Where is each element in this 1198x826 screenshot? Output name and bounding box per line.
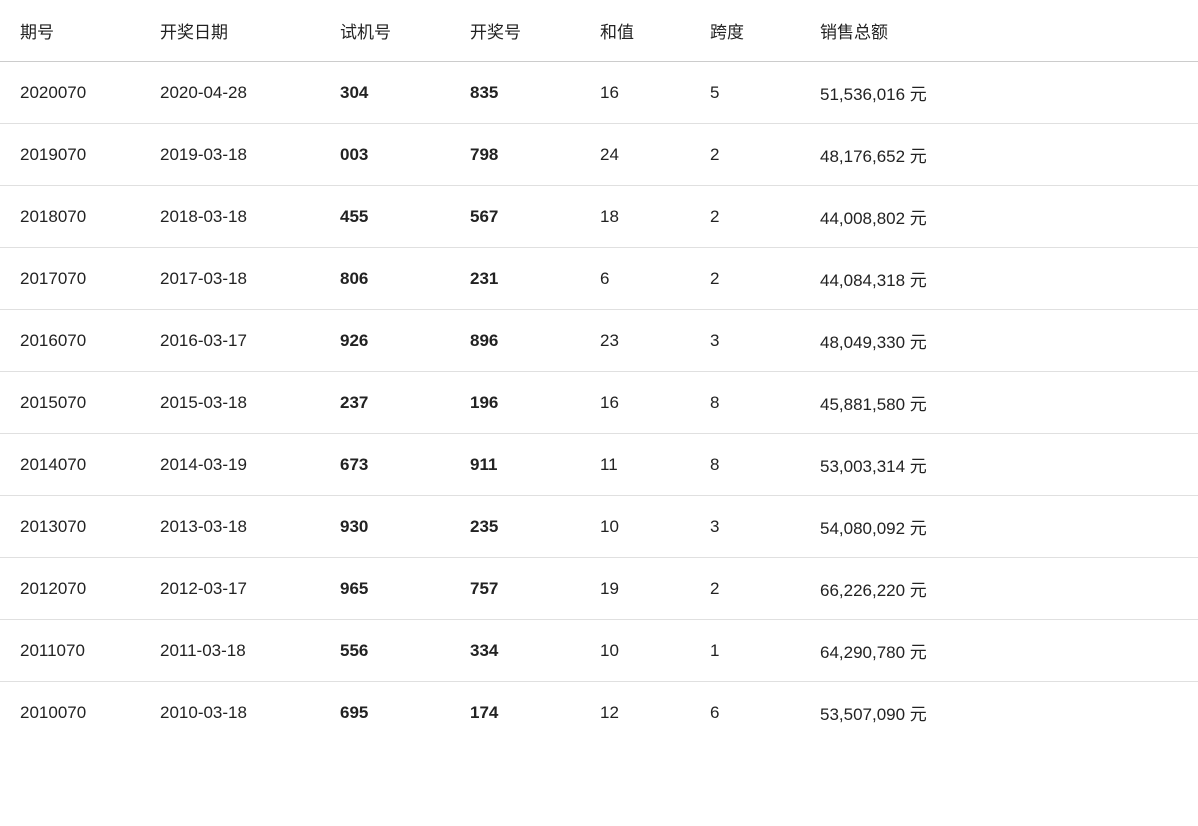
cell-date: 2010-03-18 (140, 682, 320, 744)
cell-span: 2 (690, 248, 800, 310)
table-row: 20140702014-03-1967391111853,003,314 元 (0, 434, 1198, 496)
cell-period: 2019070 (0, 124, 140, 186)
cell-trial: 965 (320, 558, 450, 620)
table-row: 20130702013-03-1893023510354,080,092 元 (0, 496, 1198, 558)
cell-sum: 10 (580, 620, 690, 682)
header-trial: 试机号 (320, 0, 450, 62)
cell-period: 2020070 (0, 62, 140, 124)
cell-prize: 911 (450, 434, 580, 496)
cell-prize: 235 (450, 496, 580, 558)
cell-sales: 64,290,780 元 (800, 620, 1198, 682)
header-sum: 和值 (580, 0, 690, 62)
cell-date: 2017-03-18 (140, 248, 320, 310)
table-row: 20110702011-03-1855633410164,290,780 元 (0, 620, 1198, 682)
cell-trial: 806 (320, 248, 450, 310)
cell-sum: 6 (580, 248, 690, 310)
cell-sales: 48,176,652 元 (800, 124, 1198, 186)
header-span: 跨度 (690, 0, 800, 62)
table-row: 20120702012-03-1796575719266,226,220 元 (0, 558, 1198, 620)
cell-period: 2018070 (0, 186, 140, 248)
cell-sum: 23 (580, 310, 690, 372)
cell-prize: 757 (450, 558, 580, 620)
cell-prize: 567 (450, 186, 580, 248)
cell-period: 2016070 (0, 310, 140, 372)
cell-prize: 835 (450, 62, 580, 124)
header-sales: 销售总额 (800, 0, 1198, 62)
cell-sales: 44,008,802 元 (800, 186, 1198, 248)
cell-sum: 12 (580, 682, 690, 744)
cell-sales: 48,049,330 元 (800, 310, 1198, 372)
table-row: 20160702016-03-1792689623348,049,330 元 (0, 310, 1198, 372)
cell-date: 2020-04-28 (140, 62, 320, 124)
cell-sum: 18 (580, 186, 690, 248)
table-row: 20180702018-03-1845556718244,008,802 元 (0, 186, 1198, 248)
cell-trial: 930 (320, 496, 450, 558)
cell-span: 2 (690, 558, 800, 620)
cell-sum: 16 (580, 372, 690, 434)
cell-trial: 926 (320, 310, 450, 372)
cell-trial: 003 (320, 124, 450, 186)
lottery-table: 期号开奖日期试机号开奖号和值跨度销售总额 20200702020-04-2830… (0, 0, 1198, 743)
cell-prize: 896 (450, 310, 580, 372)
header-date: 开奖日期 (140, 0, 320, 62)
cell-prize: 798 (450, 124, 580, 186)
cell-trial: 695 (320, 682, 450, 744)
cell-date: 2011-03-18 (140, 620, 320, 682)
cell-trial: 556 (320, 620, 450, 682)
cell-period: 2013070 (0, 496, 140, 558)
cell-sales: 44,084,318 元 (800, 248, 1198, 310)
cell-trial: 237 (320, 372, 450, 434)
cell-trial: 304 (320, 62, 450, 124)
cell-trial: 455 (320, 186, 450, 248)
cell-span: 2 (690, 186, 800, 248)
cell-sum: 11 (580, 434, 690, 496)
table-row: 20100702010-03-1869517412653,507,090 元 (0, 682, 1198, 744)
cell-span: 8 (690, 434, 800, 496)
cell-period: 2012070 (0, 558, 140, 620)
cell-span: 1 (690, 620, 800, 682)
cell-sales: 53,507,090 元 (800, 682, 1198, 744)
table-row: 20200702020-04-2830483516551,536,016 元 (0, 62, 1198, 124)
header-period: 期号 (0, 0, 140, 62)
cell-date: 2016-03-17 (140, 310, 320, 372)
cell-span: 5 (690, 62, 800, 124)
cell-period: 2014070 (0, 434, 140, 496)
lottery-table-container: 期号开奖日期试机号开奖号和值跨度销售总额 20200702020-04-2830… (0, 0, 1198, 743)
cell-span: 3 (690, 496, 800, 558)
cell-span: 8 (690, 372, 800, 434)
cell-date: 2013-03-18 (140, 496, 320, 558)
cell-sum: 19 (580, 558, 690, 620)
table-row: 20150702015-03-1823719616845,881,580 元 (0, 372, 1198, 434)
cell-sum: 10 (580, 496, 690, 558)
cell-period: 2017070 (0, 248, 140, 310)
table-row: 20190702019-03-1800379824248,176,652 元 (0, 124, 1198, 186)
cell-period: 2015070 (0, 372, 140, 434)
cell-date: 2019-03-18 (140, 124, 320, 186)
table-row: 20170702017-03-188062316244,084,318 元 (0, 248, 1198, 310)
cell-date: 2012-03-17 (140, 558, 320, 620)
cell-period: 2010070 (0, 682, 140, 744)
cell-sales: 51,536,016 元 (800, 62, 1198, 124)
cell-prize: 231 (450, 248, 580, 310)
table-header-row: 期号开奖日期试机号开奖号和值跨度销售总额 (0, 0, 1198, 62)
cell-sales: 66,226,220 元 (800, 558, 1198, 620)
cell-span: 3 (690, 310, 800, 372)
cell-date: 2015-03-18 (140, 372, 320, 434)
cell-span: 2 (690, 124, 800, 186)
cell-prize: 174 (450, 682, 580, 744)
cell-prize: 196 (450, 372, 580, 434)
cell-date: 2018-03-18 (140, 186, 320, 248)
cell-prize: 334 (450, 620, 580, 682)
cell-trial: 673 (320, 434, 450, 496)
cell-span: 6 (690, 682, 800, 744)
cell-sales: 54,080,092 元 (800, 496, 1198, 558)
cell-period: 2011070 (0, 620, 140, 682)
cell-sum: 16 (580, 62, 690, 124)
cell-sales: 45,881,580 元 (800, 372, 1198, 434)
cell-sum: 24 (580, 124, 690, 186)
cell-date: 2014-03-19 (140, 434, 320, 496)
cell-sales: 53,003,314 元 (800, 434, 1198, 496)
header-prize: 开奖号 (450, 0, 580, 62)
